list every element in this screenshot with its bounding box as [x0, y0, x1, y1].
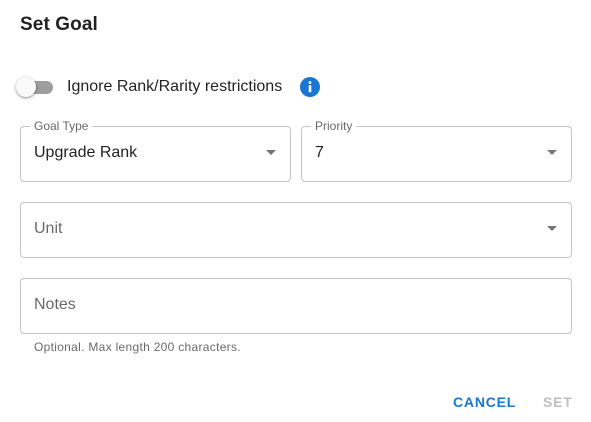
goal-type-select[interactable]: Goal Type Upgrade Rank	[20, 119, 291, 182]
chevron-down-icon	[547, 226, 557, 231]
cancel-button[interactable]: CANCEL	[453, 388, 516, 416]
notes-placeholder: Notes	[34, 296, 76, 313]
ignore-restrictions-row: Ignore Rank/Rarity restrictions	[16, 74, 321, 100]
unit-select[interactable]: Unit	[20, 202, 572, 258]
priority-select[interactable]: Priority 7	[301, 119, 572, 182]
toggle-thumb	[16, 77, 36, 97]
ignore-restrictions-toggle[interactable]	[16, 74, 56, 100]
unit-placeholder: Unit	[34, 220, 63, 237]
notes-helper-text: Optional. Max length 200 characters.	[34, 340, 241, 354]
priority-label: Priority	[311, 119, 357, 133]
chevron-down-icon	[547, 150, 557, 155]
dialog-title: Set Goal	[20, 14, 98, 35]
set-goal-dialog: Set Goal Ignore Rank/Rarity restrictions…	[0, 0, 591, 422]
info-icon[interactable]	[300, 77, 321, 97]
chevron-down-icon	[266, 150, 276, 155]
goal-type-label: Goal Type	[30, 119, 93, 133]
set-button[interactable]: SET	[543, 388, 573, 416]
goal-type-value: Upgrade Rank	[34, 144, 138, 161]
priority-value: 7	[315, 144, 324, 161]
notes-input[interactable]: Notes	[20, 278, 572, 334]
ignore-restrictions-label: Ignore Rank/Rarity restrictions	[67, 78, 283, 95]
